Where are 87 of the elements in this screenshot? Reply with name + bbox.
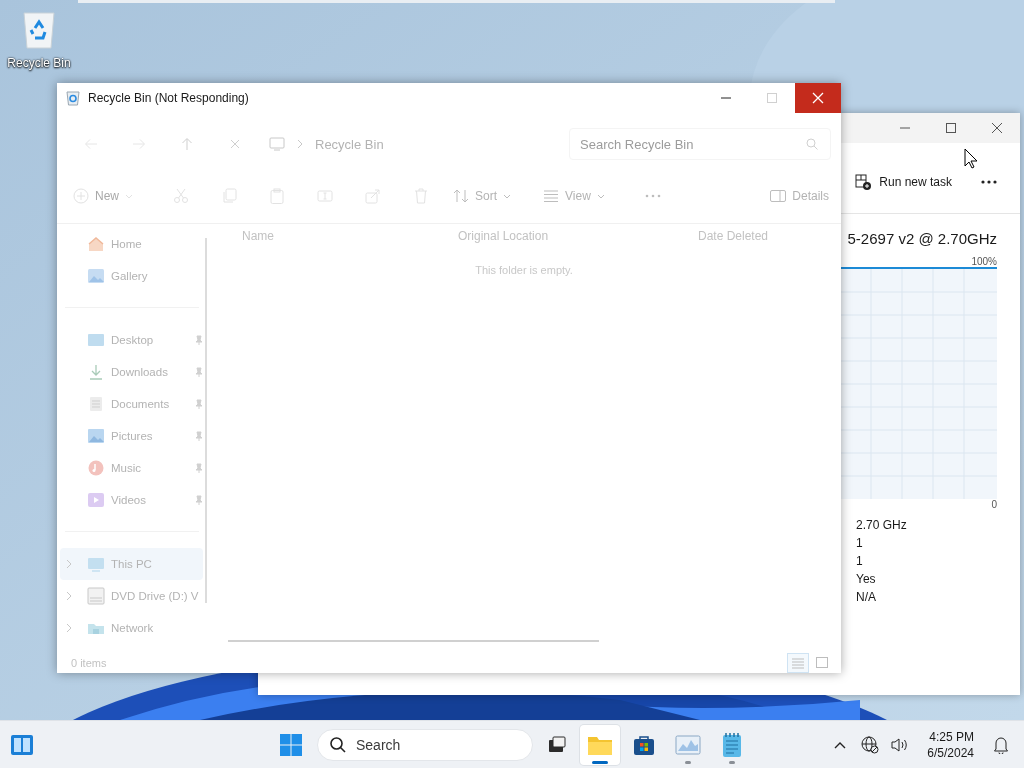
share-icon [365,188,381,204]
chart-icon [675,732,701,757]
run-new-task-button[interactable]: Run new task [849,165,958,199]
music-icon [87,460,105,476]
up-arrow-icon [180,137,194,151]
caret-icon [125,193,133,199]
sidebar-item[interactable]: Music [60,452,203,484]
column-header[interactable]: Date Deleted [698,229,769,243]
sidebar-item[interactable]: Pictures [60,420,203,452]
notepad-icon [721,731,743,758]
close-icon [229,138,241,150]
taskbar-app-button[interactable] [580,724,620,765]
view-icon [543,188,560,204]
more-icon [980,179,998,185]
maximize-icon [767,93,777,103]
sort-icon [453,188,469,204]
maximize-icon [946,123,956,133]
sidebar-item[interactable]: Documents [60,388,203,420]
column-header[interactable]: Original Location [458,229,698,243]
scrollbar[interactable] [228,640,599,642]
sidebar-item[interactable]: Desktop [60,324,203,356]
clock[interactable]: 4:25 PM 6/5/2024 [923,728,978,761]
sidebar-item[interactable]: Network [60,612,203,644]
stat-value: 1 [856,535,864,552]
pictures-icon [87,428,105,444]
computer-icon [269,137,285,151]
chevron-icon [297,139,303,149]
bell-icon [993,735,1009,754]
computer-icon [87,556,105,572]
recycle-bin-icon [21,10,57,50]
new-task-icon [855,174,872,190]
details-pane-icon [770,189,787,203]
column-header[interactable]: Name [242,229,458,243]
document-icon [87,396,105,412]
cursor-icon [964,148,978,169]
view-toggle[interactable] [787,652,809,673]
search-icon [806,138,818,150]
address-crumb[interactable]: Recycle Bin [315,136,384,152]
caret-icon [503,193,512,199]
caret-icon [596,193,605,199]
search-field[interactable]: Search [317,728,533,761]
desktop-icon [87,332,105,348]
sidebar-item[interactable]: Gallery [60,260,203,292]
drive-icon [87,587,105,605]
search-icon [330,736,346,753]
sidebar-item[interactable]: Videos [60,484,203,516]
speaker-icon [891,736,910,753]
details-button[interactable]: Details [770,180,829,212]
sort-button[interactable]: Sort [453,180,528,212]
sidebar-item[interactable]: Home [60,228,203,260]
sidebar-item[interactable]: Downloads [60,356,203,388]
download-icon [87,364,105,380]
list-icon [792,656,804,669]
windows-icon [279,732,303,757]
widgets-icon [10,733,34,756]
close-icon [992,123,1002,133]
videos-icon [87,492,105,508]
home-icon [87,236,105,252]
sidebar-item[interactable]: DVD Drive (D:) V [60,580,203,612]
globe-icon [861,735,880,754]
desktop-icon-label[interactable]: Recycle Bin [7,56,71,70]
search-input[interactable]: Search [356,736,506,753]
axis-max-label: 100% [970,256,997,267]
gallery-icon [87,268,105,284]
search-field[interactable]: Search Recycle Bin [569,128,831,160]
chevron-icon[interactable] [66,623,72,633]
stat-value: 1 [856,553,864,570]
sidebar-item[interactable]: This PC [60,548,203,580]
view-button[interactable]: View [543,180,621,212]
stat-value: 2.70 GHz [856,517,908,534]
axis-min-label: 0 [990,499,997,510]
search-input[interactable]: Search Recycle Bin [580,136,780,152]
chevron-icon[interactable] [66,559,72,569]
stat-value: Yes [856,571,877,588]
close-icon [812,92,824,104]
stat-value: N/A [856,589,877,606]
window-title: Recycle Bin (Not Responding) [88,91,250,105]
chevron-icon[interactable] [66,591,72,601]
recycle-bin-icon [66,90,80,106]
trash-icon [413,188,429,204]
close-button[interactable] [795,83,841,113]
scrollbar[interactable] [205,238,207,603]
scissors-icon [173,188,189,204]
chevron-up-icon [834,740,847,749]
cpu-name: 5-2697 v2 @ 2.70GHz [846,230,997,247]
tile-icon [816,656,828,669]
clipboard-icon [269,188,285,204]
